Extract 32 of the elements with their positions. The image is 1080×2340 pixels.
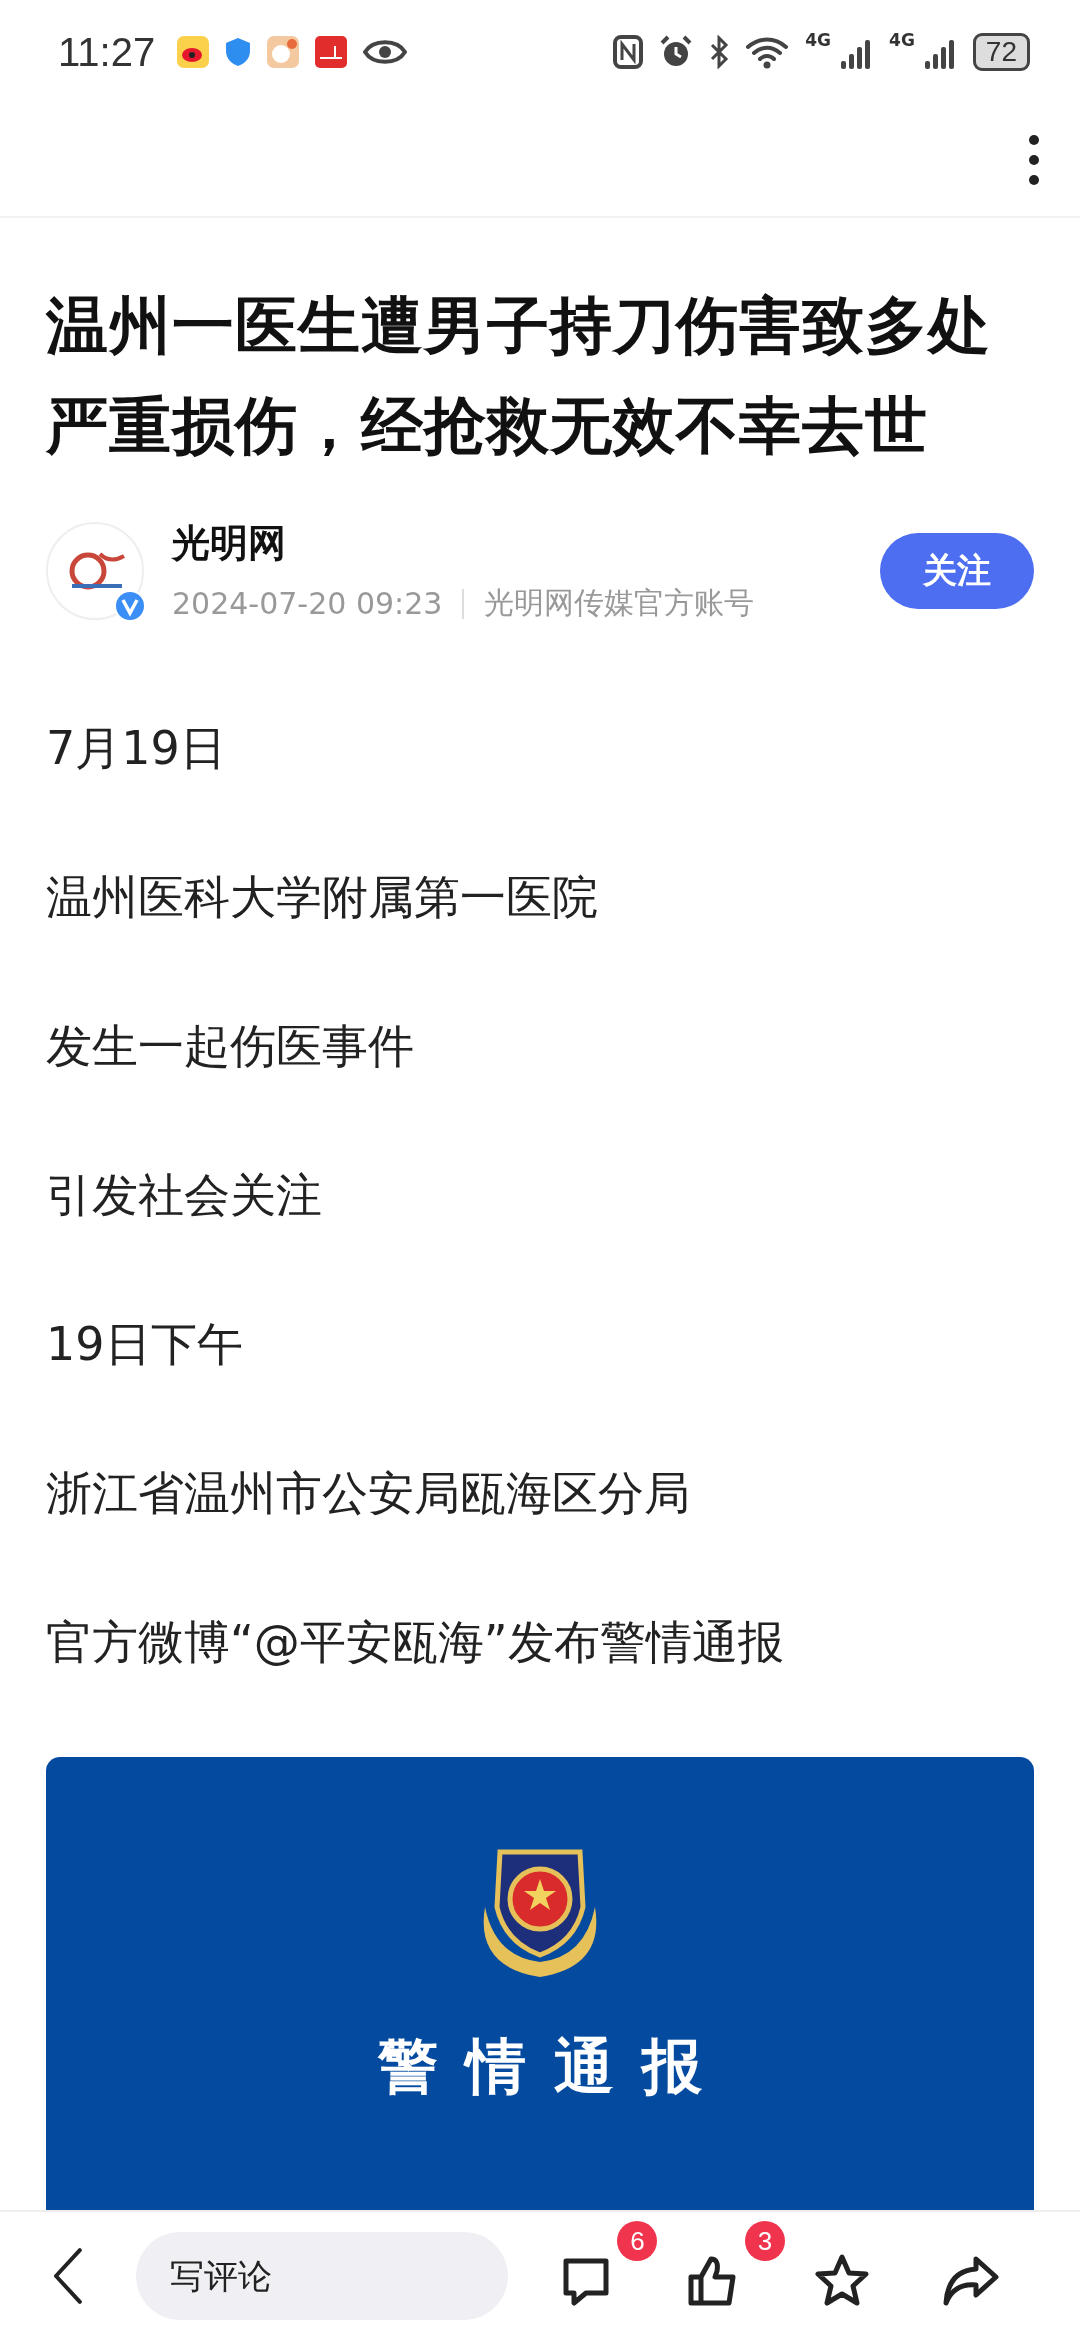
author-name[interactable]: 光明网 xyxy=(172,518,852,569)
comment-count: 6 xyxy=(617,2221,658,2261)
banner-title: 警情通报 xyxy=(378,2030,730,2103)
like-count: 3 xyxy=(744,2221,785,2261)
network-label: 4G xyxy=(805,30,832,50)
shield-icon xyxy=(225,37,252,67)
like-button[interactable]: 3 xyxy=(685,2221,785,2331)
alarm-icon xyxy=(659,35,694,69)
article-paragraph: 浙江省温州市公安局瓯海区分局 xyxy=(46,1464,691,1522)
publish-date: 2024-07-20 09:23 xyxy=(172,586,443,621)
network-label: 4G xyxy=(889,30,915,50)
wifi-icon xyxy=(745,35,790,69)
app-icon xyxy=(315,36,348,68)
article-paragraph: 19日下午 xyxy=(46,1315,244,1373)
article-title: 温州一医生遭男子持刀伤害致多处严重损伤，经抢救无效不幸去世 xyxy=(46,288,992,464)
battery-level: 72 xyxy=(972,33,1030,71)
eye-icon xyxy=(363,37,408,67)
author-description: 光明网传媒官方账号 xyxy=(484,584,755,622)
status-time: 11:27 xyxy=(58,29,156,75)
follow-button[interactable]: 关注 xyxy=(880,533,1034,609)
bluetooth-icon xyxy=(709,35,730,69)
article-paragraph: 官方微博“@平安瓯海”发布警情通报 xyxy=(46,1613,785,1671)
comment-button[interactable]: 6 xyxy=(557,2221,658,2331)
article-paragraph: 7月19日 xyxy=(46,719,227,777)
nfc-icon xyxy=(613,35,644,69)
app-icon xyxy=(177,36,210,68)
article-paragraph: 引发社会关注 xyxy=(46,1166,323,1224)
article-paragraph: 发生一起伤医事件 xyxy=(46,1017,415,1075)
article-paragraph: 温州医科大学附属第一医院 xyxy=(46,868,599,926)
comment-field[interactable]: 写评论 xyxy=(135,2232,508,2320)
more-icon[interactable] xyxy=(1028,134,1040,186)
app-icon xyxy=(267,36,300,68)
